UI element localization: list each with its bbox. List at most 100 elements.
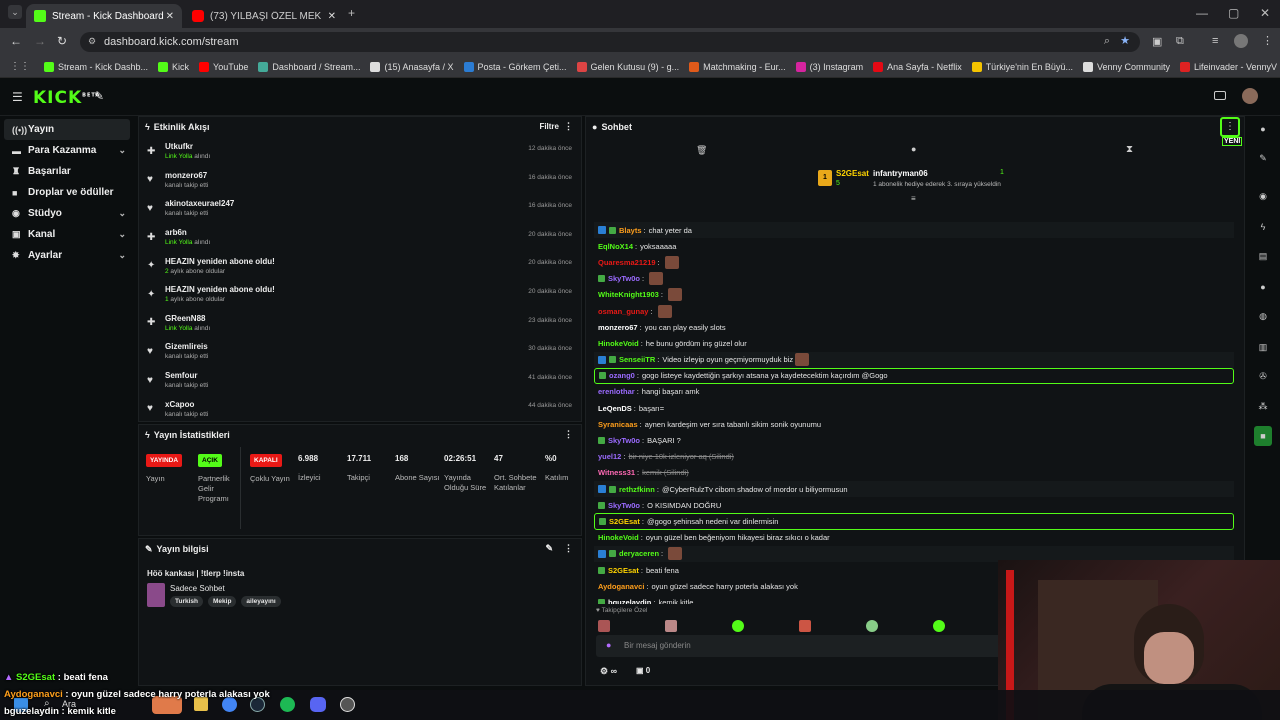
chat-username[interactable]: Syranicaas <box>598 420 638 429</box>
bookmark-item[interactable]: Ana Sayfa - Netflix <box>873 61 962 72</box>
apps-grid-icon[interactable]: ⋮⋮ <box>10 61 30 72</box>
camera-icon[interactable]: ◉ <box>1252 186 1274 206</box>
chat-username[interactable]: bguzelaydin <box>608 598 651 604</box>
zoom-icon[interactable]: ⌕ <box>1104 35 1110 48</box>
filter-button[interactable]: Filtre <box>539 122 559 131</box>
nav-item-6[interactable]: ✸ Ayarlar ⌄ <box>0 245 136 266</box>
tag-pill[interactable]: Turkish <box>170 596 203 607</box>
more-options-icon[interactable]: ⋮ <box>564 121 573 132</box>
wallet-icon[interactable] <box>1214 91 1226 100</box>
chat-username[interactable]: S2GEsat <box>609 517 640 526</box>
edit-pencil-icon[interactable]: ✎ <box>1252 148 1274 168</box>
layers-icon[interactable]: ▥ <box>1252 337 1274 357</box>
extension-icon[interactable]: ▣ <box>1152 35 1162 48</box>
document-icon[interactable]: ▤ <box>1252 246 1274 266</box>
forward-icon[interactable]: → <box>34 34 46 48</box>
chat-icon[interactable]: ● <box>1252 277 1274 297</box>
bookmark-item[interactable]: (15) Anasayfa / X <box>370 61 454 72</box>
bookmark-item[interactable]: Venny Community <box>1082 61 1170 72</box>
emote-icon[interactable] <box>866 620 878 632</box>
share-icon[interactable]: ⁂ <box>1252 396 1274 416</box>
nav-item-5[interactable]: ▣ Kanal ⌄ <box>0 224 136 245</box>
chat-username[interactable]: Witness31 <box>598 468 635 477</box>
chevron-down-icon[interactable]: ⌄ <box>118 229 126 240</box>
chat-username[interactable]: SenseiiTR <box>619 355 655 364</box>
chat-username[interactable]: SkyTw0o <box>608 501 640 510</box>
bookmark-item[interactable]: Lifeinvader - VennyV <box>1180 61 1277 72</box>
chat-username[interactable]: erenlothar <box>598 387 635 396</box>
microphone-icon[interactable]: ● <box>606 640 611 650</box>
chat-username[interactable]: yuel12 <box>598 452 621 461</box>
tag-pill[interactable]: aileyayını <box>241 596 281 607</box>
bookmark-item[interactable]: (3) Instagram <box>795 61 863 72</box>
bookmark-item[interactable]: Posta - Görkem Çeti... <box>463 61 567 72</box>
spotify-icon[interactable] <box>280 697 295 712</box>
emote-icon[interactable] <box>933 620 945 632</box>
tab-youtube[interactable]: (73) YILBAŞI ÖZEL MEKİP KOMİ ✕ <box>184 4 344 28</box>
bookmark-item[interactable]: Kick <box>158 61 189 72</box>
tab-list-icon[interactable]: ≡ <box>1212 35 1218 47</box>
wrench-icon[interactable]: ✇ <box>1252 366 1274 386</box>
bookmark-item[interactable]: Gelen Kutusu (9) - g... <box>576 61 679 72</box>
chat-username[interactable]: SkyTw0o <box>608 436 640 445</box>
expand-icon[interactable]: ≡ <box>911 194 916 203</box>
chevron-down-icon[interactable]: ⌄ <box>118 250 126 261</box>
emote-icon[interactable] <box>598 620 610 632</box>
broadcast-icon[interactable]: ◍ <box>1252 306 1274 326</box>
emote-icon[interactable] <box>732 620 744 632</box>
tab-search-icon[interactable]: ⌄ <box>8 5 22 19</box>
nav-item-3[interactable]: ■ Droplar ve ödüller <box>0 182 136 203</box>
chat-username[interactable]: LeQenDS <box>598 404 632 413</box>
chat-username[interactable]: HinokeVoid <box>598 339 639 348</box>
new-tab-button[interactable]: + <box>348 6 355 20</box>
tag-pill[interactable]: Mekip <box>208 596 237 607</box>
close-window-icon[interactable]: ✕ <box>1260 6 1270 20</box>
chevron-down-icon[interactable]: ⌄ <box>118 208 126 219</box>
bookmark-item[interactable]: Matchmaking - Eur... <box>689 61 786 72</box>
emote-icon[interactable] <box>799 620 811 632</box>
profile-avatar[interactable] <box>1234 34 1248 48</box>
trash-icon[interactable]: 🗑 <box>696 145 707 156</box>
tab-kick-dashboard[interactable]: Stream - Kick Dashboard ✕ <box>26 4 182 28</box>
bookmark-item[interactable]: YouTube <box>199 61 248 72</box>
chat-username[interactable]: ozang0 <box>609 371 635 380</box>
chat-username[interactable]: rethzfkinn <box>619 485 655 494</box>
bookmark-item[interactable]: Stream - Kick Dashb... <box>44 61 148 72</box>
nav-item-0[interactable]: ((•)) Yayın <box>4 119 130 140</box>
site-info-icon[interactable]: ⚙ <box>88 36 96 47</box>
chat-menu-button[interactable]: ⋮ <box>1220 117 1240 137</box>
edit-icon[interactable]: ✎ <box>545 543 553 554</box>
discord-icon[interactable] <box>310 697 326 712</box>
user-avatar[interactable] <box>1242 88 1258 104</box>
maximize-icon[interactable]: ▢ <box>1228 6 1239 20</box>
close-tab-icon[interactable]: ✕ <box>328 11 336 22</box>
chat-username[interactable]: deryaceren <box>619 549 659 558</box>
chat-username[interactable]: Aydoganavci <box>598 582 644 591</box>
chat-username[interactable]: SkyTw0o <box>608 274 640 283</box>
bookmark-item[interactable]: Türkiye'nin En Büyü... <box>971 61 1073 72</box>
chat-username[interactable]: Quaresma21219 <box>598 258 656 267</box>
chat-bubble-icon[interactable]: ● <box>911 144 916 154</box>
url-field[interactable]: ⚙ dashboard.kick.com/stream ⌕ ★ <box>80 32 1140 52</box>
chat-username[interactable]: EqlNoX14 <box>598 242 633 251</box>
info-icon[interactable]: ● <box>1252 119 1274 139</box>
more-options-icon[interactable]: ⋮ <box>564 429 573 440</box>
chat-username[interactable]: Blayts <box>619 226 642 235</box>
extension-active-icon[interactable]: ■ <box>1254 426 1272 446</box>
lightning-icon[interactable]: ϟ <box>1252 217 1274 237</box>
bookmark-item[interactable]: Dashboard / Stream... <box>258 61 360 72</box>
back-icon[interactable]: ← <box>10 34 22 48</box>
nav-item-2[interactable]: ♜ Başarılar <box>0 161 136 182</box>
close-tab-icon[interactable]: ✕ <box>166 11 174 22</box>
points-indicator[interactable]: ▣ 0 <box>636 666 650 675</box>
nav-item-1[interactable]: ▬ Para Kazanma ⌄ <box>0 140 136 161</box>
chat-username[interactable]: HinokeVoid <box>598 533 639 542</box>
nav-item-4[interactable]: ◉ Stüdyo ⌄ <box>0 203 136 224</box>
more-menu-icon[interactable]: ⋮ <box>1262 34 1273 47</box>
obs-icon[interactable] <box>340 697 355 712</box>
bookmark-star-icon[interactable]: ★ <box>1120 34 1130 47</box>
emote-icon[interactable] <box>665 620 677 632</box>
chevron-down-icon[interactable]: ⌄ <box>118 145 126 156</box>
reload-icon[interactable]: ↻ <box>57 34 67 48</box>
chat-username[interactable]: monzero67 <box>598 323 638 332</box>
